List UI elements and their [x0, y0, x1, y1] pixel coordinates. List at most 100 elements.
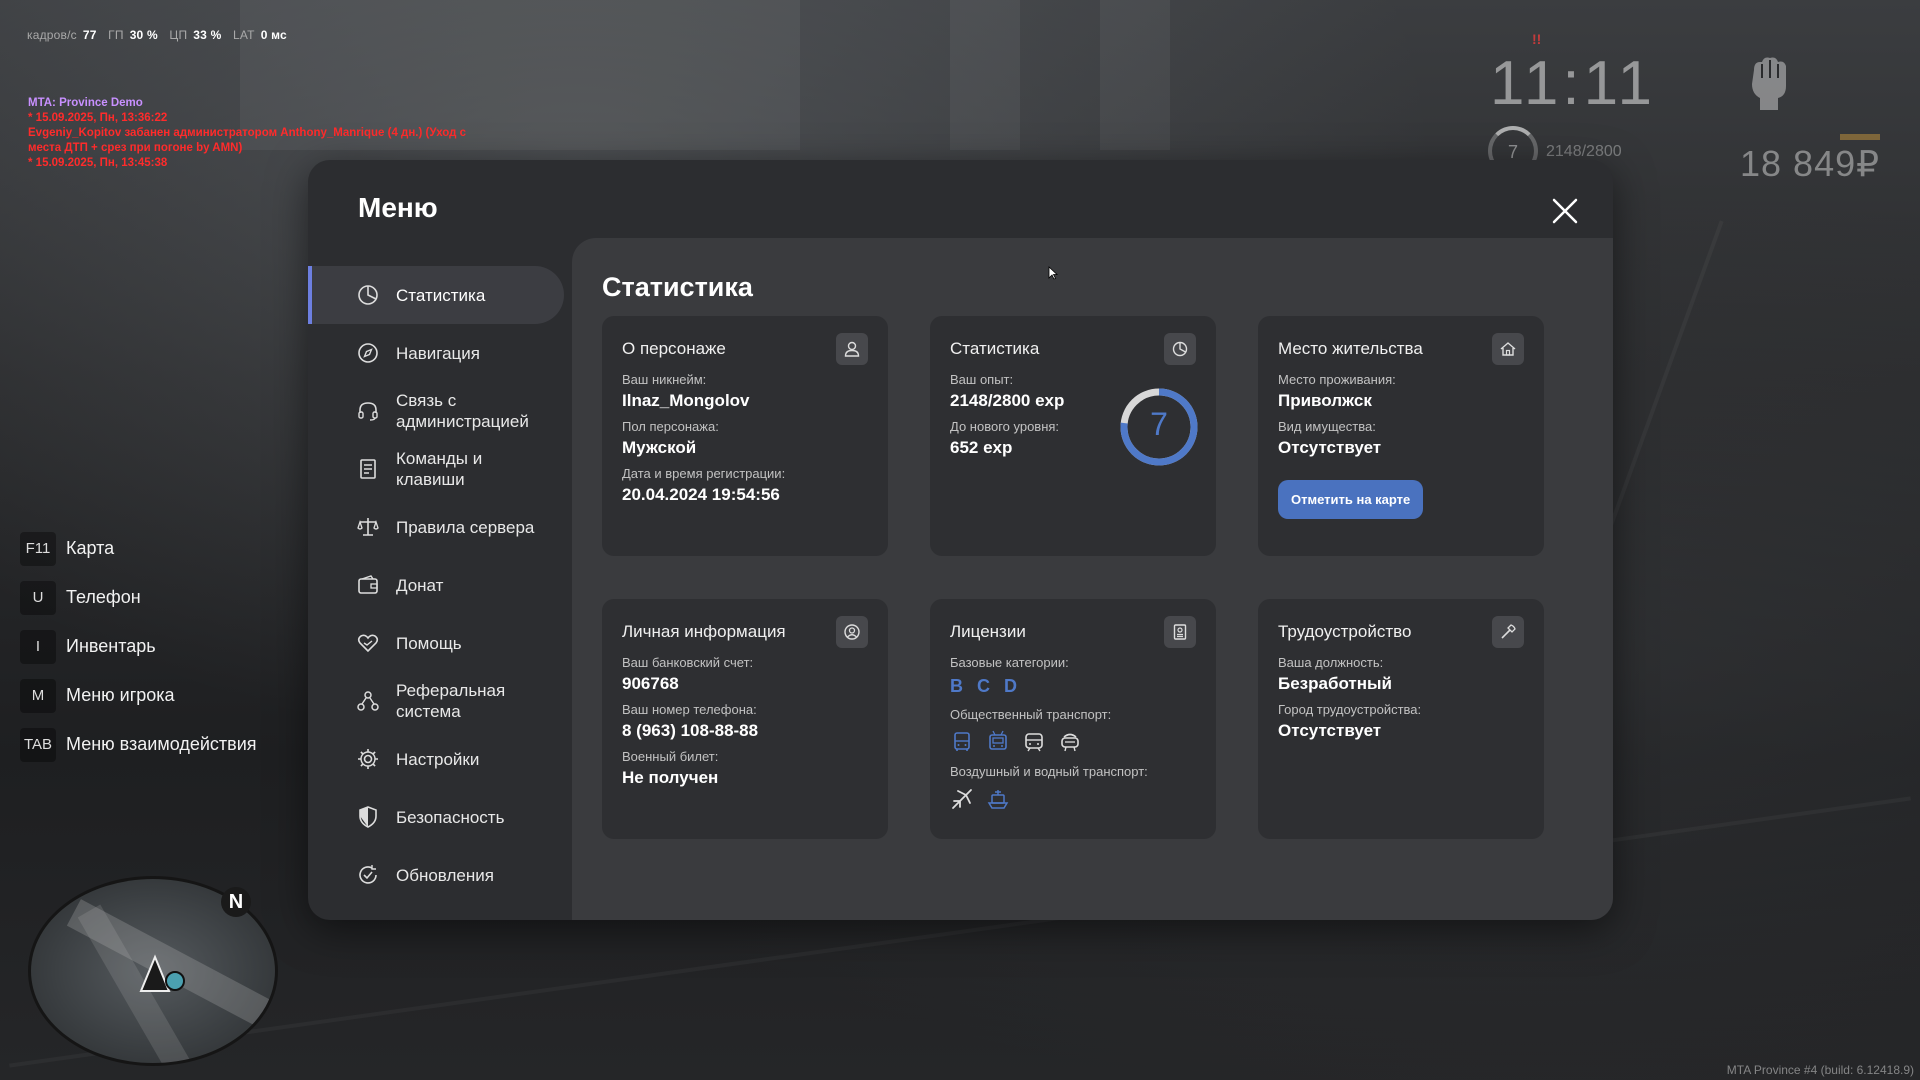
phone-value: 8 (963) 108-88-88 — [622, 721, 759, 740]
nav-label: Команды и клавиши — [396, 449, 483, 489]
pie-chart-icon — [356, 283, 380, 307]
bus-icon — [950, 730, 974, 754]
gpu-label: ГП — [108, 28, 124, 42]
gear-icon — [356, 747, 380, 771]
cpu-value: 33 % — [193, 28, 222, 42]
hotkey-key: F11 — [20, 531, 56, 566]
content-title: Статистика — [602, 272, 753, 302]
nav-item-referral[interactable]: Реферальная система — [308, 672, 564, 730]
north-indicator: N — [221, 887, 251, 917]
card-licenses: Лицензии Базовые категории: B C D Общест… — [930, 599, 1216, 839]
id-card-icon — [1164, 616, 1196, 648]
content-panel: Статистика О персонаже Ваш никнейм: Ilna… — [572, 238, 1613, 920]
position-label: Ваша должность: — [1278, 655, 1384, 670]
public-transport-icons — [950, 730, 1196, 754]
nav-label: Безопасность — [396, 807, 505, 827]
hotkey-label: Меню взаимодействия — [66, 734, 257, 754]
player-marker-icon — [137, 951, 189, 995]
scales-icon — [356, 515, 380, 539]
residence-label: Место проживания: — [1278, 372, 1396, 387]
nav-item-statistics[interactable]: Статистика — [308, 266, 564, 324]
nav-label: Настройки — [396, 749, 480, 769]
nav-item-contact-admin[interactable]: Связь с администрацией — [308, 382, 564, 440]
close-button[interactable] — [1548, 194, 1582, 228]
close-icon — [1552, 198, 1578, 224]
chat-title: MTA: Province Demo — [28, 97, 143, 109]
card-title: Трудоустройство — [1278, 622, 1412, 641]
perf-bar: кадров/с 77 ГП 30 % ЦП 33 % LAT 0 мс — [27, 28, 295, 42]
nav-item-navigation[interactable]: Навигация — [308, 324, 564, 382]
fps-label: кадров/с — [27, 28, 77, 42]
base-categories-label: Базовые категории: — [950, 655, 1069, 670]
chat-line: * 15.09.2025, Пн, 13:36:22 — [28, 112, 168, 124]
exp-label: Ваш опыт: — [950, 372, 1014, 387]
document-icon — [356, 457, 380, 481]
hud-exp: 2148/2800 — [1546, 143, 1622, 160]
user-circle-icon — [836, 616, 868, 648]
referral-icon — [356, 689, 380, 713]
card-title: Место жительства — [1278, 339, 1423, 358]
military-id-value: Не получен — [622, 768, 719, 787]
hotkey-list: F11 Карта U Телефон I Инвентарь M Меню игрок… — [20, 524, 257, 769]
nav-item-donate[interactable]: Донат — [308, 556, 564, 614]
hotkey-phone[interactable]: U Телефон — [20, 573, 257, 622]
hotkey-interaction-menu[interactable]: TAB Меню взаимодействия — [20, 720, 257, 769]
mark-on-map-button[interactable]: Отметить на карте — [1278, 480, 1424, 519]
hammer-icon — [1492, 616, 1524, 648]
hotkey-label: Инвентарь — [66, 636, 156, 656]
money-bar — [1840, 134, 1880, 140]
heart-hand-icon — [356, 631, 380, 655]
card-statistics: Статистика Ваш опыт: 2148/2800 exp До но… — [930, 316, 1216, 556]
nav-item-security[interactable]: Безопасность — [308, 788, 564, 846]
residence-value: Приволжск — [1278, 391, 1372, 410]
clock-alert: !! — [1532, 31, 1542, 47]
air-water-icons — [950, 787, 1196, 811]
property-value: Отсутствует — [1278, 438, 1382, 457]
nav-label: Навигация — [396, 343, 480, 363]
hotkey-player-menu[interactable]: M Меню игрока — [20, 671, 257, 720]
nickname-value: Ilnaz_Mongolov — [622, 391, 750, 410]
card-character: О персонаже Ваш никнейм: Ilnaz_Mongolov … — [602, 316, 888, 556]
headset-icon — [356, 399, 380, 423]
card-title: Статистика — [950, 339, 1040, 358]
registration-label: Дата и время регистрации: — [622, 466, 786, 481]
level-progress-ring: 7 — [1118, 386, 1200, 468]
scene-pillar — [1100, 0, 1170, 150]
hotkey-label: Меню игрока — [66, 685, 175, 705]
wallet-icon — [356, 573, 380, 597]
menu-sidebar: Статистика Навигация Связь с администраци… — [308, 266, 564, 904]
nav-item-settings[interactable]: Настройки — [308, 730, 564, 788]
bank-account-label: Ваш банковский счет: — [622, 655, 754, 670]
nav-label: Реферальная система — [396, 681, 506, 721]
hotkey-key: M — [20, 678, 56, 713]
hotkey-key: U — [20, 580, 56, 615]
card-title: Лицензии — [950, 622, 1026, 641]
nav-label: Обновления — [396, 865, 494, 885]
nav-item-rules[interactable]: Правила сервера — [308, 498, 564, 556]
property-label: Вид имущества: — [1278, 419, 1376, 434]
card-personal-info: Личная информация Ваш банковский счет: 9… — [602, 599, 888, 839]
nav-label: Донат — [396, 575, 444, 595]
position-value: Безработный — [1278, 674, 1392, 693]
hud-money: 18 849₽ — [1740, 143, 1881, 184]
nav-label: Связь с администрацией — [396, 391, 529, 431]
fist-icon — [1746, 52, 1790, 112]
compass-icon — [356, 341, 380, 365]
hotkey-map[interactable]: F11 Карта — [20, 524, 257, 573]
nav-item-help[interactable]: Помощь — [308, 614, 564, 672]
license-category: D — [1004, 676, 1017, 696]
nav-item-updates[interactable]: Обновления — [308, 846, 564, 904]
chat-line: Evgeniy_Kopitov забанен администратором … — [28, 127, 467, 154]
gpu-value: 30 % — [129, 28, 158, 42]
license-category: C — [977, 676, 990, 696]
nav-item-commands[interactable]: Команды и клавиши — [308, 440, 564, 498]
airplane-icon — [950, 787, 974, 811]
card-title: Личная информация — [622, 622, 786, 641]
bank-account-value: 906768 — [622, 674, 679, 693]
hud-clock: 11:11 — [1490, 49, 1656, 118]
hotkey-label: Телефон — [66, 587, 141, 607]
phone-label: Ваш номер телефона: — [622, 702, 757, 717]
level-value: 7 — [1150, 406, 1168, 442]
hotkey-inventory[interactable]: I Инвентарь — [20, 622, 257, 671]
air-water-label: Воздушный и водный транспорт: — [950, 764, 1148, 779]
